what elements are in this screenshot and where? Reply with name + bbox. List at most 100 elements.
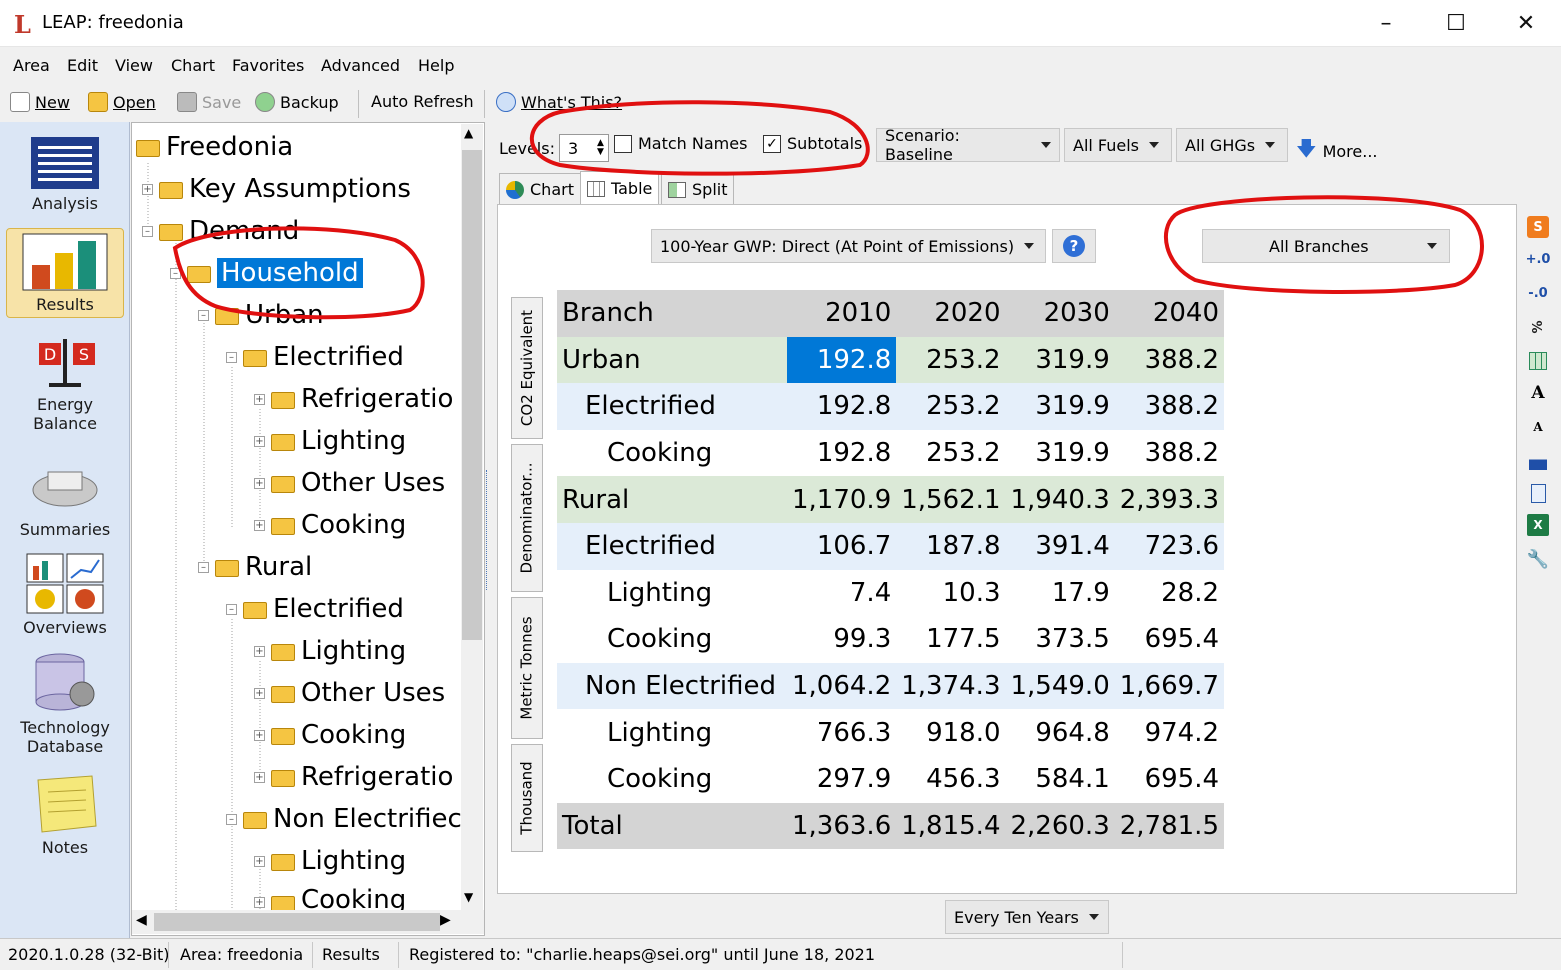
collapse-icon[interactable]: –	[198, 561, 209, 573]
column-header[interactable]: Branch	[557, 290, 787, 337]
nav-notes[interactable]: Notes	[6, 774, 124, 857]
expand-icon[interactable]: +	[254, 435, 265, 447]
value-cell[interactable]: 1,562.1	[896, 476, 1006, 523]
collapse-icon[interactable]: –	[226, 603, 237, 615]
tree-node-non-electrified[interactable]: – Non Electrifiec	[226, 801, 462, 837]
checkbox-unchecked-icon[interactable]	[614, 134, 632, 153]
branches-dropdown[interactable]: All Branches	[1202, 229, 1450, 263]
increase-font-icon[interactable]: A	[1527, 382, 1549, 404]
tree-node-cooking[interactable]: + Cooking	[254, 717, 406, 753]
excel-export-icon[interactable]: X	[1527, 514, 1549, 536]
menu-chart[interactable]: Chart	[171, 56, 215, 75]
tree-node-lighting[interactable]: + Lighting	[254, 843, 406, 879]
value-cell[interactable]: 28.2	[1114, 569, 1224, 617]
value-cell[interactable]: 964.8	[1005, 709, 1115, 756]
grid-lines-icon[interactable]	[1527, 350, 1549, 372]
branch-cell[interactable]: Cooking	[557, 616, 787, 663]
save-button[interactable]: Save	[177, 92, 241, 112]
column-header[interactable]: 2040	[1114, 290, 1224, 337]
value-cell[interactable]: 974.2	[1114, 709, 1224, 756]
close-icon[interactable]: ✕	[1491, 0, 1561, 46]
scroll-thumb[interactable]	[462, 150, 482, 640]
branch-cell[interactable]: Non Electrified	[557, 662, 787, 710]
scenario-dropdown[interactable]: Scenario: Baseline	[876, 126, 1060, 164]
value-cell[interactable]: 2,781.5	[1114, 802, 1224, 850]
tree-node-refrigeration[interactable]: + Refrigeratio	[254, 759, 453, 795]
tree-node-other-uses[interactable]: + Other Uses	[254, 465, 445, 501]
value-cell[interactable]: 106.7	[787, 522, 897, 570]
value-cell[interactable]: 1,669.7	[1114, 662, 1224, 710]
value-cell[interactable]: 388.2	[1114, 429, 1224, 477]
more-button[interactable]: 🡇 More...	[1296, 134, 1377, 168]
tree-node-household[interactable]: – Household	[170, 255, 364, 291]
nav-results[interactable]: Results	[6, 228, 124, 318]
tree-node-refrigeration[interactable]: + Refrigeratio	[254, 381, 453, 417]
branch-cell[interactable]: Cooking	[557, 429, 787, 477]
value-cell[interactable]: 7.4	[787, 569, 897, 617]
value-cell[interactable]: 766.3	[787, 709, 897, 756]
scroll-thumb[interactable]	[154, 913, 440, 931]
gwp-dropdown[interactable]: 100-Year GWP: Direct (At Point of Emissi…	[651, 229, 1046, 263]
value-cell[interactable]: 10.3	[896, 569, 1006, 617]
branch-cell[interactable]: Rural	[557, 476, 787, 523]
value-cell[interactable]: 1,363.6	[787, 802, 897, 850]
help-button[interactable]: ?	[1052, 229, 1096, 263]
tree-node-lighting[interactable]: + Lighting	[254, 423, 406, 459]
expand-icon[interactable]: +	[254, 687, 265, 699]
backup-button[interactable]: Backup	[255, 92, 339, 112]
collapse-icon[interactable]: –	[226, 351, 237, 363]
scroll-up-icon[interactable]: ▲	[464, 126, 473, 140]
maximize-icon[interactable]: ☐	[1421, 0, 1491, 46]
column-header[interactable]: 2010	[787, 290, 897, 337]
table-row-lighting[interactable]: Lighting 766.3 918.0 964.8 974.2	[557, 709, 1224, 756]
tree-node-rural[interactable]: – Rural	[198, 549, 312, 585]
table-row-cooking[interactable]: Cooking 192.8 253.2 319.9 388.2	[557, 429, 1224, 477]
menu-view[interactable]: View	[115, 56, 153, 75]
branch-cell[interactable]: Lighting	[557, 709, 787, 756]
menu-area[interactable]: Area	[13, 56, 50, 75]
value-cell[interactable]: 177.5	[896, 616, 1006, 663]
interval-dropdown[interactable]: Every Ten Years	[945, 900, 1109, 934]
value-cell[interactable]: 373.5	[1005, 616, 1115, 663]
table-row-lighting[interactable]: Lighting 7.4 10.3 17.9 28.2	[557, 569, 1224, 617]
table-row-non-electrified[interactable]: Non Electrified 1,064.2 1,374.3 1,549.0 1,66…	[557, 662, 1224, 710]
fuels-dropdown[interactable]: All Fuels	[1064, 128, 1172, 162]
value-cell[interactable]: 1,064.2	[787, 662, 897, 710]
scroll-right-icon[interactable]: ▶	[440, 912, 451, 928]
value-cell[interactable]: 99.3	[787, 616, 897, 663]
branch-cell[interactable]: Cooking	[557, 755, 787, 803]
value-cell[interactable]: 456.3	[896, 755, 1006, 803]
menu-edit[interactable]: Edit	[67, 56, 98, 75]
value-cell[interactable]: 388.2	[1114, 383, 1224, 430]
match-names-checkbox[interactable]: Match Names	[614, 134, 747, 153]
tree-node-electrified[interactable]: – Electrified	[226, 339, 404, 375]
tree-node-cooking[interactable]: + Cooking	[254, 885, 406, 911]
auto-refresh-button[interactable]: Auto Refresh	[371, 92, 474, 111]
value-cell[interactable]: 192.8	[787, 429, 897, 477]
column-header[interactable]: 2030	[1005, 290, 1115, 337]
expand-icon[interactable]: +	[254, 519, 265, 531]
tree-node-electrified[interactable]: – Electrified	[226, 591, 404, 627]
value-cell[interactable]: 319.9	[1005, 429, 1115, 477]
decrease-font-icon[interactable]: A	[1527, 416, 1549, 438]
expand-icon[interactable]: +	[254, 477, 265, 489]
vtab-co2-equivalent[interactable]: CO2 Equivalent	[511, 297, 543, 439]
tree-node-lighting[interactable]: + Lighting	[254, 633, 406, 669]
value-cell[interactable]: 695.4	[1114, 616, 1224, 663]
expand-icon[interactable]: +	[254, 855, 265, 867]
sei-logo-icon[interactable]: S	[1527, 216, 1549, 238]
percent-icon[interactable]: %	[1527, 316, 1549, 338]
value-cell[interactable]: 1,940.3	[1005, 476, 1115, 523]
value-cell[interactable]: 918.0	[896, 709, 1006, 756]
value-cell[interactable]: 192.8	[787, 336, 897, 384]
value-cell[interactable]: 253.2	[896, 336, 1006, 384]
branch-cell[interactable]: Lighting	[557, 569, 787, 617]
open-button[interactable]: Open	[88, 92, 156, 112]
tree-vertical-scrollbar[interactable]: ▲ ▼	[461, 124, 483, 910]
menu-favorites[interactable]: Favorites	[232, 56, 304, 75]
ghgs-dropdown[interactable]: All GHGs	[1176, 128, 1288, 162]
value-cell[interactable]: 388.2	[1114, 336, 1224, 384]
spinner-arrows-icon[interactable]: ▲ ▼	[597, 139, 608, 157]
tab-table[interactable]: Table	[580, 171, 660, 205]
table-row-electrified[interactable]: Electrified 192.8 253.2 319.9 388.2	[557, 383, 1224, 430]
